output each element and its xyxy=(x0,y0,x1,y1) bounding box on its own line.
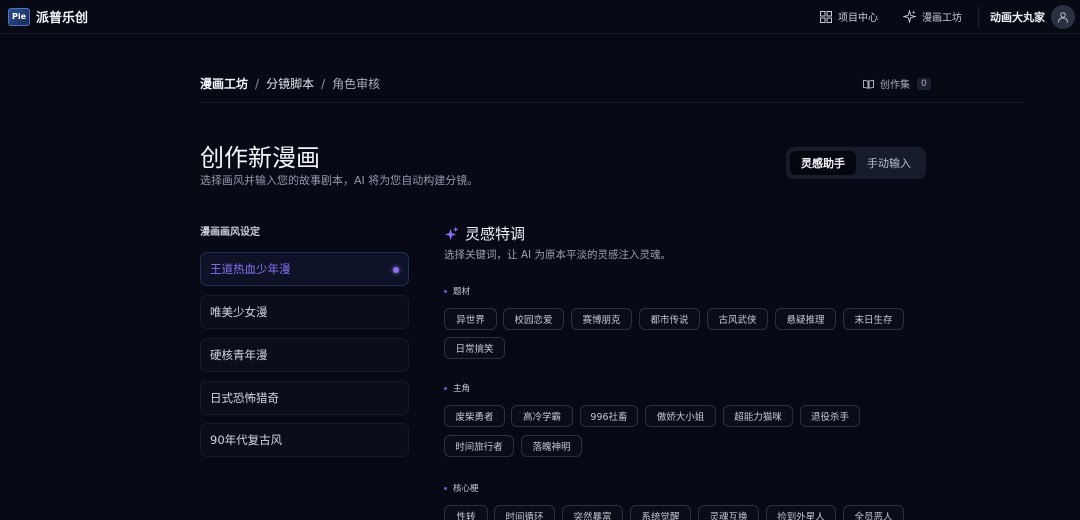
keyword-tag[interactable]: 时间循环 xyxy=(494,505,555,520)
category-label: 核心梗 xyxy=(444,482,479,494)
keyword-tag[interactable]: 校园恋爱 xyxy=(503,308,564,330)
keyword-tag[interactable]: 性转 xyxy=(444,505,488,520)
breadcrumb-separator: / xyxy=(321,76,326,91)
style-option-label: 王道热血少年漫 xyxy=(210,262,291,276)
keyword-tag[interactable]: 古风武侠 xyxy=(707,308,768,330)
inspiration-title: 灵感特调 xyxy=(444,223,525,244)
category-label: 题材 xyxy=(444,285,470,297)
logo-badge-icon: Pie xyxy=(8,7,30,26)
nav-divider xyxy=(978,6,979,28)
style-option[interactable]: 硬核青年漫 xyxy=(200,338,409,372)
breadcrumb-current: 角色审核 xyxy=(332,77,381,91)
app-logo[interactable]: Pie 派普乐创 xyxy=(8,7,88,26)
keyword-tag[interactable]: 悬疑推理 xyxy=(775,308,836,330)
magic-sparkle-icon xyxy=(444,226,459,241)
breadcrumb-separator: / xyxy=(255,76,260,91)
book-icon xyxy=(863,79,874,89)
top-nav: Pie 派普乐创 项目中心 漫画工坊 动画大丸家 xyxy=(0,0,1080,34)
keyword-tag[interactable]: 末日生存 xyxy=(843,308,904,330)
keyword-tag[interactable]: 系统觉醒 xyxy=(630,505,691,520)
nav-workshop[interactable]: 漫画工坊 xyxy=(903,9,962,24)
keyword-tag[interactable]: 996社畜 xyxy=(580,405,638,427)
keyword-tag[interactable]: 日常搞笑 xyxy=(444,337,505,359)
user-icon xyxy=(1058,12,1068,23)
category-label: 主角 xyxy=(444,382,470,394)
breadcrumb: 漫画工坊 / 分镜脚本 / 角色审核 xyxy=(200,75,380,92)
nav-projects[interactable]: 项目中心 xyxy=(820,9,878,24)
page-title: 创作新漫画 xyxy=(200,144,320,172)
style-option[interactable]: 90年代复古风 xyxy=(200,423,409,457)
category-label-text: 主角 xyxy=(453,384,471,394)
style-option-label: 唯美少女漫 xyxy=(210,305,268,319)
keyword-tag[interactable]: 落魄神明 xyxy=(521,435,582,457)
bullet-icon xyxy=(444,289,447,293)
nav-projects-label: 项目中心 xyxy=(838,13,878,24)
nav-workshop-label: 漫画工坊 xyxy=(922,13,962,24)
keyword-tag[interactable]: 捡到外星人 xyxy=(766,505,836,520)
bullet-icon xyxy=(444,386,447,390)
page-subtitle: 选择画风并输入您的故事剧本，AI 将为您自动构建分镜。 xyxy=(200,174,479,187)
works-collection-button[interactable]: 创作集 0 xyxy=(863,76,931,91)
works-count-badge: 0 xyxy=(917,77,931,90)
mode-toggle: 灵感助手 手动输入 xyxy=(786,147,926,179)
keyword-tag[interactable]: 时间旅行者 xyxy=(444,435,514,457)
mode-manual-button[interactable]: 手动输入 xyxy=(856,151,922,175)
keyword-tag[interactable]: 废柴勇者 xyxy=(444,405,505,427)
category-label-text: 题材 xyxy=(453,287,471,297)
category-label-text: 核心梗 xyxy=(453,484,479,494)
header-divider xyxy=(200,102,1024,103)
app-name: 派普乐创 xyxy=(36,11,89,26)
inspiration-subtitle: 选择关键词，让 AI 为原本平淡的灵感注入灵魂。 xyxy=(444,249,671,261)
selected-indicator-icon xyxy=(393,267,399,273)
style-section-heading: 漫画画风设定 xyxy=(200,227,260,238)
keyword-tag[interactable]: 超能力猫咪 xyxy=(723,405,793,427)
keyword-tag[interactable]: 傲娇大小姐 xyxy=(645,405,716,427)
keyword-tag[interactable]: 高冷学霸 xyxy=(511,405,573,427)
breadcrumb-storyboard[interactable]: 分镜脚本 xyxy=(266,75,314,92)
keyword-tag[interactable]: 全员恶人 xyxy=(843,505,904,520)
inspiration-title-text: 灵感特调 xyxy=(465,225,526,243)
grid-icon xyxy=(820,10,832,23)
mode-assistant-button[interactable]: 灵感助手 xyxy=(790,151,856,175)
user-name[interactable]: 动画大丸家 xyxy=(990,9,1045,25)
avatar[interactable] xyxy=(1051,5,1075,29)
works-label: 创作集 xyxy=(880,80,910,91)
style-option[interactable]: 王道热血少年漫 xyxy=(200,252,409,286)
keyword-tag[interactable]: 赛博朋克 xyxy=(571,308,632,330)
keyword-tag[interactable]: 异世界 xyxy=(444,308,497,330)
bullet-icon xyxy=(444,486,447,490)
style-option[interactable]: 日式恐怖猎奇 xyxy=(200,381,409,415)
style-option[interactable]: 唯美少女漫 xyxy=(200,295,409,329)
sparkle-icon xyxy=(903,10,916,23)
breadcrumb-root[interactable]: 漫画工坊 xyxy=(200,75,248,92)
keyword-tag[interactable]: 都市传说 xyxy=(639,308,700,330)
style-option-label: 日式恐怖猎奇 xyxy=(210,391,279,405)
keyword-tag[interactable]: 突然暴富 xyxy=(562,505,623,520)
keyword-tag[interactable]: 灵魂互换 xyxy=(698,505,759,520)
style-option-label: 硬核青年漫 xyxy=(210,348,268,362)
keyword-tag[interactable]: 退役杀手 xyxy=(800,405,860,427)
style-option-label: 90年代复古风 xyxy=(210,433,283,447)
